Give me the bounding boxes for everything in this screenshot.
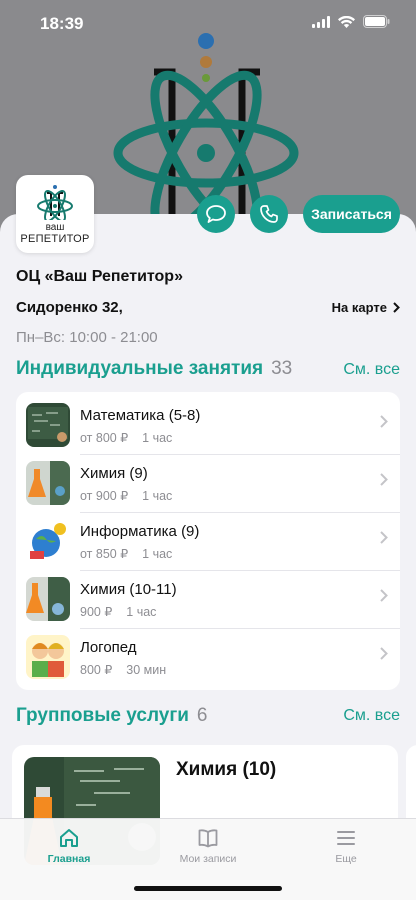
chat-bubble-icon — [206, 205, 226, 223]
list-item[interactable]: Химия (9) от 900 ₽ 1 час — [16, 450, 400, 508]
item-title: Химия (9) — [80, 465, 148, 482]
section-title-group: Групповые услуги 6 — [16, 705, 208, 727]
phone-icon — [260, 205, 278, 223]
item-title: Химия (10-11) — [80, 581, 177, 598]
individual-list: Математика (5-8) от 800 ₽ 1 час Химия (9)… — [16, 392, 400, 690]
item-price: от 800 ₽ — [80, 431, 129, 445]
item-meta: 900 ₽ 1 час — [80, 604, 156, 619]
section-count-individual: 33 — [271, 358, 293, 379]
thumb-chemistry — [26, 461, 70, 505]
list-item[interactable]: Информатика (9) от 850 ₽ 1 час — [16, 508, 400, 566]
atom-logo-icon — [37, 184, 73, 220]
org-address: Сидоренко 32, — [16, 299, 123, 316]
thumb-speech-therapist — [26, 635, 70, 679]
book-icon — [198, 829, 218, 848]
org-hours: Пн–Вс: 10:00 - 21:00 — [16, 329, 158, 346]
list-item[interactable]: Логопед 800 ₽ 30 мин — [16, 624, 400, 682]
signup-button[interactable]: Записаться — [303, 195, 400, 233]
item-duration: 1 час — [142, 547, 173, 561]
chevron-right-icon — [393, 302, 400, 313]
tab-my-bookings-label: Мои записи — [179, 853, 237, 865]
org-name: ОЦ «Ваш Репетитор» — [16, 268, 183, 285]
item-price: 900 ₽ — [80, 605, 113, 619]
item-title: Логопед — [80, 639, 137, 656]
home-icon — [60, 829, 78, 847]
org-logo: ваш РЕПЕТИТОР — [16, 175, 94, 253]
thumb-informatics — [26, 519, 70, 563]
item-duration: 1 час — [142, 489, 173, 503]
wifi-icon — [338, 15, 355, 28]
item-meta: от 850 ₽ 1 час — [80, 546, 172, 561]
chevron-right-icon — [380, 531, 388, 544]
section-title-individual-label: Индивидуальные занятия — [16, 358, 264, 379]
list-item[interactable]: Математика (5-8) от 800 ₽ 1 час — [16, 392, 400, 450]
menu-icon — [337, 831, 355, 845]
section-title-individual: Индивидуальные занятия 33 — [16, 358, 292, 380]
status-icons — [312, 15, 390, 28]
item-duration: 1 час — [126, 605, 157, 619]
chevron-right-icon — [380, 415, 388, 428]
status-time: 18:39 — [40, 14, 84, 33]
logo-text-bottom: РЕПЕТИТОР — [20, 232, 90, 245]
list-item[interactable]: Химия (10-11) 900 ₽ 1 час — [16, 566, 400, 624]
chevron-right-icon — [380, 589, 388, 602]
home-indicator — [134, 886, 282, 891]
battery-icon — [363, 15, 390, 28]
item-price: от 900 ₽ — [80, 489, 129, 503]
map-link-label: На карте — [331, 300, 387, 315]
item-meta: от 800 ₽ 1 час — [80, 430, 172, 445]
logo-text-top: ваш — [45, 221, 65, 233]
tab-my-bookings[interactable]: Мои записи — [148, 827, 268, 865]
tab-home-label: Главная — [47, 853, 91, 865]
thumb-math — [26, 403, 70, 447]
section-count-group: 6 — [196, 705, 208, 726]
thumb-chemistry-2 — [26, 577, 70, 621]
status-bar: 18:39 — [0, 0, 416, 48]
item-duration: 30 мин — [126, 663, 167, 677]
chevron-right-icon — [380, 647, 388, 660]
chevron-right-icon — [380, 473, 388, 486]
tab-home[interactable]: Главная — [9, 827, 129, 865]
item-price: от 850 ₽ — [80, 547, 129, 561]
section-title-group-label: Групповые услуги — [16, 705, 189, 726]
item-duration: 1 час — [142, 431, 173, 445]
item-meta: 800 ₽ 30 мин — [80, 662, 166, 677]
tab-more-label: Еще — [335, 853, 357, 865]
item-meta: от 900 ₽ 1 час — [80, 488, 172, 503]
phone-button[interactable] — [250, 195, 288, 233]
item-title: Математика (5-8) — [80, 407, 201, 424]
item-price: 800 ₽ — [80, 663, 113, 677]
see-all-individual[interactable]: См. все — [343, 361, 400, 379]
tab-more[interactable]: Еще — [286, 827, 406, 865]
chat-button[interactable] — [197, 195, 235, 233]
item-title: Информатика (9) — [80, 523, 200, 540]
signal-icon — [312, 15, 330, 28]
map-link[interactable]: На карте — [332, 300, 400, 315]
see-all-group[interactable]: См. все — [343, 707, 400, 725]
group-card-title: Химия (10) — [176, 759, 277, 780]
